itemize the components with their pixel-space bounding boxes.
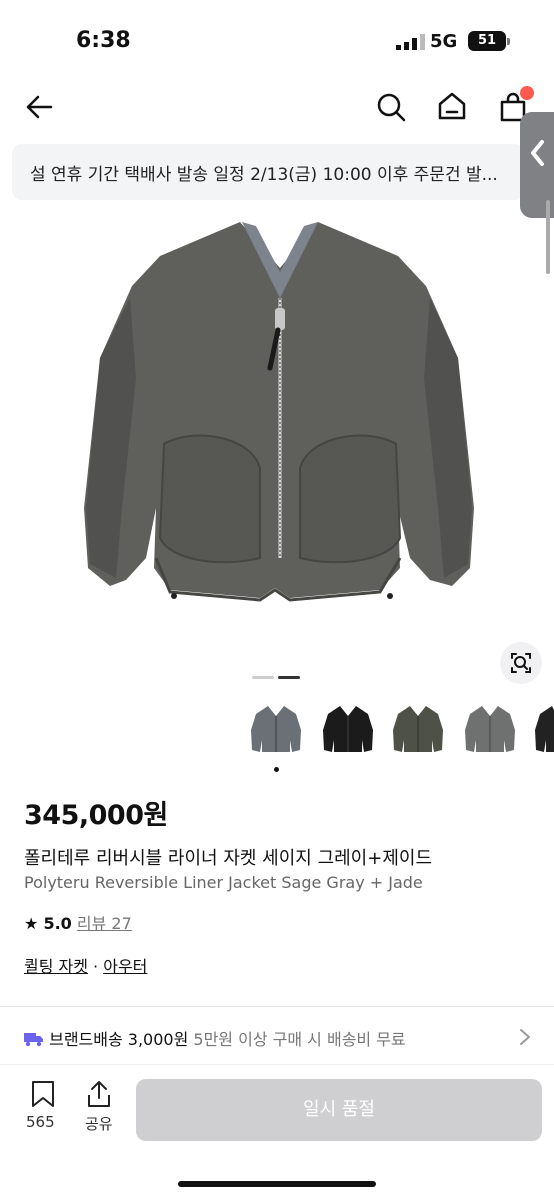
battery-tip (507, 38, 510, 45)
bookmark-count: 565 (26, 1113, 55, 1131)
category-parent-link[interactable]: 아우터 (103, 957, 147, 976)
gallery-indicator-1[interactable] (252, 676, 274, 679)
shipping-row[interactable]: 브랜드배송 3,000원 5만원 이상 구매 시 배송비 무료 (24, 1026, 406, 1050)
black-jacket-thumbnail[interactable] (320, 700, 376, 758)
lens-search-icon (511, 653, 531, 673)
signal-icon (396, 34, 425, 50)
soldout-button[interactable]: 일시 품절 (136, 1079, 542, 1141)
gallery-indicator-2[interactable] (278, 676, 300, 679)
product-image[interactable] (60, 208, 500, 618)
cart-badge (520, 86, 534, 100)
star-icon: ★ (24, 914, 39, 933)
truck-icon (24, 1033, 43, 1047)
image-search-button[interactable] (500, 642, 542, 684)
product-price: 345,000원 (24, 800, 168, 831)
search-icon[interactable] (376, 92, 406, 122)
shipping-label: 브랜드배송 3,000원 (49, 1030, 189, 1049)
divider (0, 1006, 554, 1007)
review-link[interactable]: 리뷰 27 (77, 914, 132, 933)
scrollbar[interactable] (546, 200, 550, 274)
network-type: 5G (430, 31, 458, 52)
category-breadcrumb: 퀼팅 자켓 · 아우터 (24, 953, 147, 977)
bookmark-icon[interactable] (30, 1080, 56, 1108)
share-icon[interactable] (86, 1080, 112, 1108)
home-icon[interactable] (437, 91, 467, 121)
chevron-right-icon[interactable] (516, 1027, 534, 1047)
share-label[interactable]: 공유 (85, 1113, 113, 1134)
olive-jacket-thumbnail[interactable] (390, 700, 446, 758)
home-indicator[interactable] (178, 1181, 376, 1187)
category-separator: · (87, 957, 104, 976)
product-name-ko: 폴리테루 리버시블 라이너 자켓 세이지 그레이+제이드 (24, 848, 433, 869)
category-link[interactable]: 퀼팅 자켓 (24, 957, 88, 976)
thumbnail-selected-dot (274, 767, 279, 772)
back-arrow-icon[interactable] (24, 92, 54, 122)
product-name-en: Polyteru Reversible Liner Jacket Sage Gr… (24, 873, 423, 892)
shipping-note: 5만원 이상 구매 시 배송비 무료 (193, 1030, 406, 1049)
notice-text: 설 연휴 기간 택배사 발송 일정 2/13(금) 10:00 이후 주문건 발… (30, 165, 498, 185)
status-time: 6:38 (76, 28, 131, 53)
sage-gray-jacket-thumbnail[interactable] (462, 700, 518, 758)
rating-value: 5.0 (43, 914, 72, 933)
rating-row: ★ 5.0 리뷰 27 (24, 910, 132, 934)
gray-jacket-thumbnail[interactable] (248, 700, 304, 758)
battery-icon: 51 (468, 31, 506, 51)
dark-jacket-thumbnail[interactable] (532, 700, 554, 758)
